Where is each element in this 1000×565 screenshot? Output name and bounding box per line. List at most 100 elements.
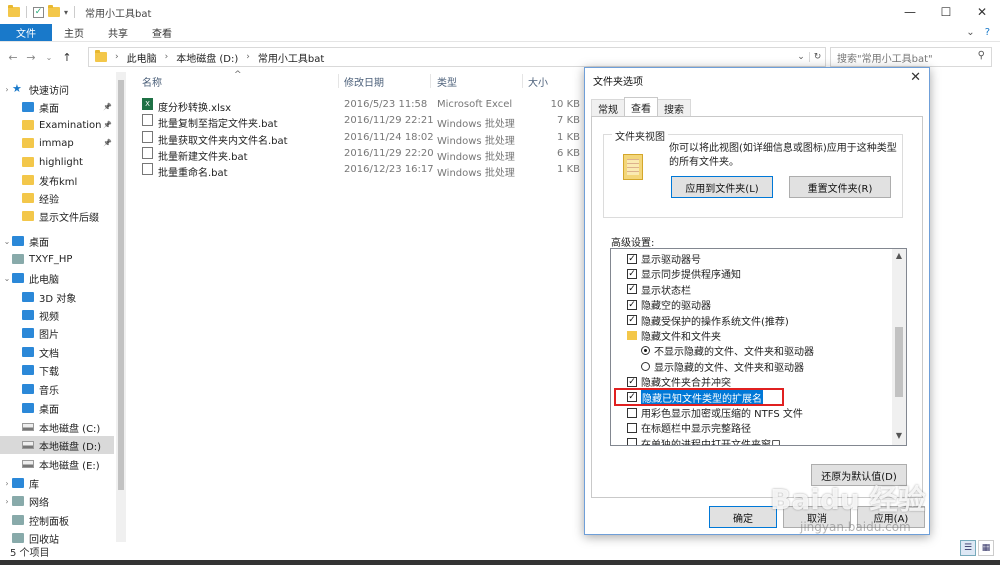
ribbon-collapse-icon[interactable]: ⌄ (966, 27, 974, 38)
sidebar-item[interactable]: 桌面 (0, 399, 114, 417)
setting-checkbox[interactable]: ✓ 显示驱动器号 (611, 251, 889, 266)
expand-chevron-icon[interactable]: › (2, 479, 12, 488)
checkbox-checked[interactable]: ✓ (627, 268, 637, 279)
setting-checkbox[interactable]: ✓ 显示同步提供程序通知 (611, 266, 889, 281)
file-row[interactable]: 批量重命名.bat 2016/12/23 16:17 Windows 批处理 1 KB (140, 162, 600, 179)
sidebar-item[interactable]: 文档 (0, 343, 114, 361)
address-bar[interactable]: › 此电脑 › 本地磁盘 (D:) › 常用小工具bat ⌄ ↻ (88, 47, 826, 67)
sidebar-item[interactable]: highlight (0, 153, 114, 171)
reset-folders-button[interactable]: 重置文件夹(R) (789, 176, 891, 198)
file-row[interactable]: X 度分秒转换.xlsx 2016/5/23 11:58 Microsoft Exce… (140, 97, 600, 114)
sidebar-item[interactable]: TXYF_HP (0, 250, 114, 268)
tab-search[interactable]: 搜索 (657, 99, 691, 116)
address-dropdown-icon[interactable]: ⌄ (793, 52, 809, 62)
sidebar-item[interactable]: 显示文件后缀 (0, 207, 114, 225)
tab-view[interactable]: 查看 (140, 24, 184, 41)
sidebar-item[interactable]: 本地磁盘 (E:) (0, 455, 114, 473)
dialog-close-button[interactable]: ✕ (910, 70, 921, 85)
radio-selected[interactable] (641, 346, 650, 356)
setting-radio[interactable]: 不显示隐藏的文件、文件夹和驱动器 (611, 343, 889, 358)
apply-to-folders-button[interactable]: 应用到文件夹(L) (671, 176, 773, 198)
column-header-name[interactable]: 名称 (142, 72, 162, 90)
sidebar-item[interactable]: 发布kml (0, 171, 114, 189)
checkbox-unchecked[interactable] (627, 407, 637, 418)
recent-chevron-icon[interactable]: ⌄ (40, 53, 58, 62)
help-icon[interactable]: ? (985, 27, 990, 38)
refresh-icon[interactable]: ↻ (809, 52, 825, 62)
setting-folder[interactable]: 隐藏文件和文件夹 (611, 328, 889, 343)
setting-checkbox[interactable]: ✓ 隐藏文件夹合并冲突 (611, 374, 889, 389)
sidebar-item[interactable]: immap 📌 (0, 134, 114, 152)
sidebar-item[interactable]: 图片 (0, 324, 114, 342)
radio-unselected[interactable] (641, 361, 650, 371)
column-divider[interactable] (522, 74, 523, 88)
chevron-right-icon[interactable]: › (246, 52, 250, 62)
setting-checkbox[interactable]: 在单独的进程中打开文件夹窗口 (611, 436, 889, 445)
sidebar-item[interactable]: 控制面板 (0, 511, 114, 529)
sidebar-item[interactable]: › 库 (0, 474, 114, 492)
column-divider[interactable] (430, 74, 431, 88)
sidebar-item[interactable]: 经验 (0, 189, 114, 207)
sidebar-item[interactable]: ⌄ 此电脑 (0, 269, 114, 287)
ok-button[interactable]: 确定 (709, 506, 777, 528)
setting-checkbox[interactable]: 用彩色显示加密或压缩的 NTFS 文件 (611, 405, 889, 420)
tab-home[interactable]: 主页 (52, 24, 96, 41)
tab-share[interactable]: 共享 (96, 24, 140, 41)
close-button[interactable]: ✕ (964, 0, 1000, 24)
checkbox-checked[interactable]: ✓ (627, 315, 637, 326)
apply-button[interactable]: 应用(A) (857, 506, 925, 528)
sidebar-item[interactable]: › 网络 (0, 492, 114, 510)
sidebar-item[interactable]: 视频 (0, 306, 114, 324)
sidebar-item[interactable]: 桌面 📌 (0, 98, 114, 116)
checkbox-unchecked[interactable] (627, 422, 637, 433)
expand-chevron-icon[interactable]: › (2, 85, 12, 94)
search-icon[interactable]: ⚲ (978, 50, 985, 61)
settings-scrollbar[interactable]: ▲ ▼ (892, 249, 906, 445)
file-row[interactable]: 批量获取文件夹内文件名.bat 2016/11/24 18:02 Windows 批… (140, 130, 600, 147)
checkbox-checked[interactable]: ✓ (627, 284, 637, 295)
file-row[interactable]: 批量新建文件夹.bat 2016/11/29 22:20 Windows 批处理 6 … (140, 146, 600, 163)
sidebar-item[interactable]: ⌄ 桌面 (0, 232, 114, 250)
tab-file[interactable]: 文件 (0, 24, 52, 41)
forward-arrow-icon[interactable]: → (22, 51, 40, 64)
setting-checkbox[interactable]: ✓ 隐藏受保护的操作系统文件(推荐) (611, 313, 889, 328)
sidebar-scrollbar[interactable] (116, 72, 126, 542)
sidebar-item[interactable]: Examination 📌 (0, 116, 114, 134)
setting-checkbox[interactable]: ✓ 显示状态栏 (611, 282, 889, 297)
expand-chevron-icon[interactable]: ⌄ (2, 237, 12, 246)
checkbox-unchecked[interactable] (627, 438, 637, 445)
search-input[interactable]: 搜索"常用小工具bat" ⚲ (830, 47, 992, 67)
column-header-date[interactable]: 修改日期 (344, 72, 384, 90)
restore-defaults-button[interactable]: 还原为默认值(D) (811, 464, 907, 486)
scrollbar-thumb[interactable] (118, 80, 124, 490)
back-arrow-icon[interactable]: ← (4, 51, 22, 64)
setting-radio[interactable]: 显示隐藏的文件、文件夹和驱动器 (611, 359, 889, 374)
large-icons-view-icon[interactable]: ▦ (978, 540, 994, 556)
checkbox-checked[interactable]: ✓ (627, 299, 637, 310)
scroll-up-icon[interactable]: ▲ (892, 251, 906, 263)
cancel-button[interactable]: 取消 (783, 506, 851, 528)
maximize-button[interactable]: ☐ (928, 0, 964, 24)
sidebar-item[interactable]: 本地磁盘 (D:) (0, 436, 114, 454)
minimize-button[interactable]: — (892, 0, 928, 24)
new-folder-icon[interactable] (48, 5, 60, 17)
details-view-icon[interactable]: ☰ (960, 540, 976, 556)
expand-chevron-icon[interactable]: › (2, 497, 12, 506)
breadcrumb-this-pc[interactable]: 此电脑 (127, 50, 157, 65)
customize-qat-icon[interactable]: ▾ (64, 8, 68, 17)
setting-checkbox[interactable]: 在标题栏中显示完整路径 (611, 420, 889, 435)
properties-icon[interactable]: ✓ (33, 6, 44, 18)
scroll-down-icon[interactable]: ▼ (892, 431, 906, 443)
column-header-size[interactable]: 大小 (528, 72, 548, 90)
sidebar-item[interactable]: 音乐 (0, 380, 114, 398)
up-arrow-icon[interactable]: ↑ (58, 51, 76, 64)
expand-chevron-icon[interactable]: ⌄ (2, 274, 12, 283)
tab-view-options[interactable]: 查看 (624, 97, 658, 116)
breadcrumb-folder[interactable]: 常用小工具bat (258, 50, 324, 65)
setting-checkbox[interactable]: ✓ 隐藏空的驱动器 (611, 297, 889, 312)
advanced-settings-list[interactable]: 在单独的进程中打开文件夹窗口 在标题栏中显示完整路径 用彩色显示加密或压缩的 NTF… (610, 248, 907, 446)
sidebar-item[interactable]: 3D 对象 (0, 288, 114, 306)
checkbox-checked[interactable]: ✓ (627, 253, 637, 264)
sidebar-item[interactable]: 本地磁盘 (C:) (0, 418, 114, 436)
scrollbar-thumb[interactable] (895, 327, 903, 397)
